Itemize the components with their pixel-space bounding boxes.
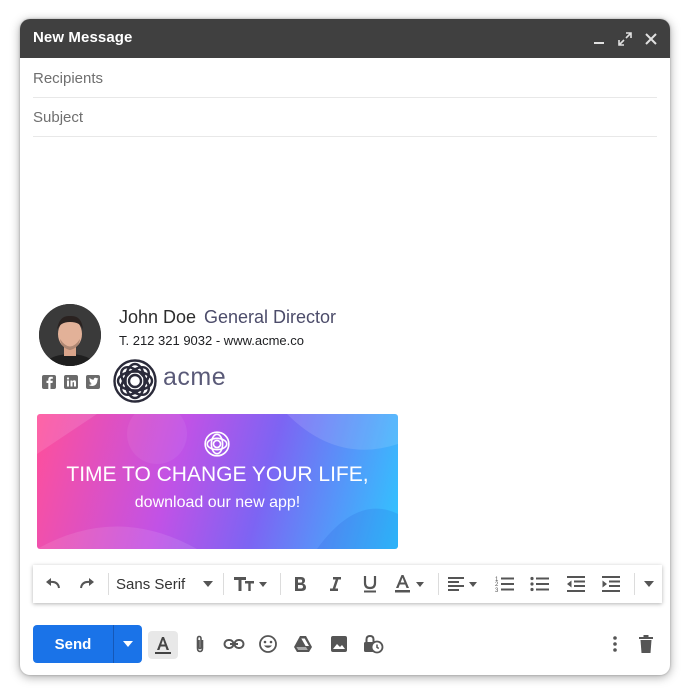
send-button[interactable]: Send xyxy=(33,625,113,663)
bulleted-list-button[interactable] xyxy=(524,565,556,603)
signature-job-title: General Director xyxy=(204,307,337,327)
font-size-icon xyxy=(234,577,267,591)
chevron-down-icon xyxy=(644,581,654,587)
formatting-toolbar: Sans Serif 123 xyxy=(33,565,662,603)
bulleted-list-icon xyxy=(530,576,549,592)
insert-photo-button[interactable] xyxy=(322,627,356,661)
banner-headline: TIME TO CHANGE YOUR LIFE, xyxy=(66,463,369,486)
chevron-down-icon xyxy=(123,641,133,647)
attach-file-button[interactable] xyxy=(183,627,217,661)
undo-button[interactable] xyxy=(37,565,69,603)
italic-button[interactable] xyxy=(320,565,350,603)
window-title: New Message xyxy=(33,29,133,46)
insert-emoji-button[interactable] xyxy=(251,627,285,661)
indent-decrease-icon xyxy=(567,576,585,592)
send-label: Send xyxy=(54,635,92,653)
toolbar-divider xyxy=(438,573,439,595)
trash-icon xyxy=(639,635,653,653)
text-color-icon xyxy=(395,575,424,593)
chevron-down-icon xyxy=(203,581,214,587)
toolbar-divider xyxy=(108,573,109,595)
svg-text:3: 3 xyxy=(495,588,499,593)
toolbar-divider xyxy=(223,573,224,595)
more-vert-icon xyxy=(613,636,617,652)
confidential-mode-button[interactable] xyxy=(356,627,390,661)
toolbar-divider xyxy=(280,573,281,595)
numbered-list-icon: 123 xyxy=(495,577,514,593)
signature-name: John Doe xyxy=(119,307,197,327)
close-button[interactable] xyxy=(638,26,664,52)
signature-contact: T. 212 321 9032 - www.acme.co xyxy=(119,333,304,348)
lock-clock-icon xyxy=(364,634,384,654)
compose-window: New Message Recipients Subject John Doe … xyxy=(20,19,670,675)
acme-logo-text: acme xyxy=(163,363,227,391)
expand-icon xyxy=(618,31,632,46)
subject-input[interactable] xyxy=(33,98,657,136)
twitter-icon[interactable] xyxy=(86,375,100,389)
recipients-input[interactable] xyxy=(33,59,657,97)
link-icon xyxy=(223,639,245,649)
font-family-select[interactable]: Sans Serif xyxy=(116,565,214,603)
linkedin-icon[interactable] xyxy=(64,375,78,389)
avatar xyxy=(39,304,101,366)
underline-button[interactable] xyxy=(355,565,385,603)
increase-indent-button[interactable] xyxy=(595,565,627,603)
subject-field xyxy=(33,98,657,137)
formatting-options-button[interactable] xyxy=(148,631,178,659)
align-button[interactable] xyxy=(444,565,484,603)
insert-link-button[interactable] xyxy=(217,627,251,661)
redo-icon xyxy=(80,578,94,589)
numbered-list-button[interactable]: 123 xyxy=(489,565,521,603)
paperclip-icon xyxy=(196,635,204,653)
close-icon xyxy=(645,32,657,45)
compose-titlebar[interactable]: New Message xyxy=(20,19,670,58)
redo-button[interactable] xyxy=(71,565,103,603)
bold-button[interactable] xyxy=(285,565,315,603)
banner-logo-icon xyxy=(204,431,230,457)
fullscreen-button[interactable] xyxy=(612,26,638,52)
font-size-button[interactable] xyxy=(229,565,273,603)
photo-icon xyxy=(331,636,347,652)
indent-increase-icon xyxy=(602,576,620,592)
italic-icon xyxy=(330,577,341,591)
text-color-button[interactable] xyxy=(390,565,430,603)
send-options-button[interactable] xyxy=(113,625,142,663)
recipients-field xyxy=(33,59,657,98)
facebook-icon[interactable] xyxy=(42,375,56,389)
banner-subline: download our new app! xyxy=(134,494,301,511)
underline-icon xyxy=(363,576,377,593)
more-formatting-button[interactable] xyxy=(638,565,660,603)
font-family-value: Sans Serif xyxy=(116,575,186,593)
app-promo-banner[interactable]: TIME TO CHANGE YOUR LIFE, download our n… xyxy=(37,414,398,549)
align-left-icon xyxy=(448,577,477,591)
minimize-button[interactable] xyxy=(586,26,612,52)
bold-icon xyxy=(295,577,306,591)
toolbar-divider xyxy=(634,573,635,595)
acme-logo-icon xyxy=(113,359,157,403)
emoji-icon xyxy=(259,635,277,653)
more-options-button[interactable] xyxy=(598,627,632,661)
text-format-icon xyxy=(155,637,171,654)
drive-icon xyxy=(294,636,312,652)
undo-icon xyxy=(46,578,60,589)
insert-drive-file-button[interactable] xyxy=(286,627,320,661)
discard-draft-button[interactable] xyxy=(629,627,663,661)
minimize-icon xyxy=(594,41,604,44)
decrease-indent-button[interactable] xyxy=(560,565,592,603)
